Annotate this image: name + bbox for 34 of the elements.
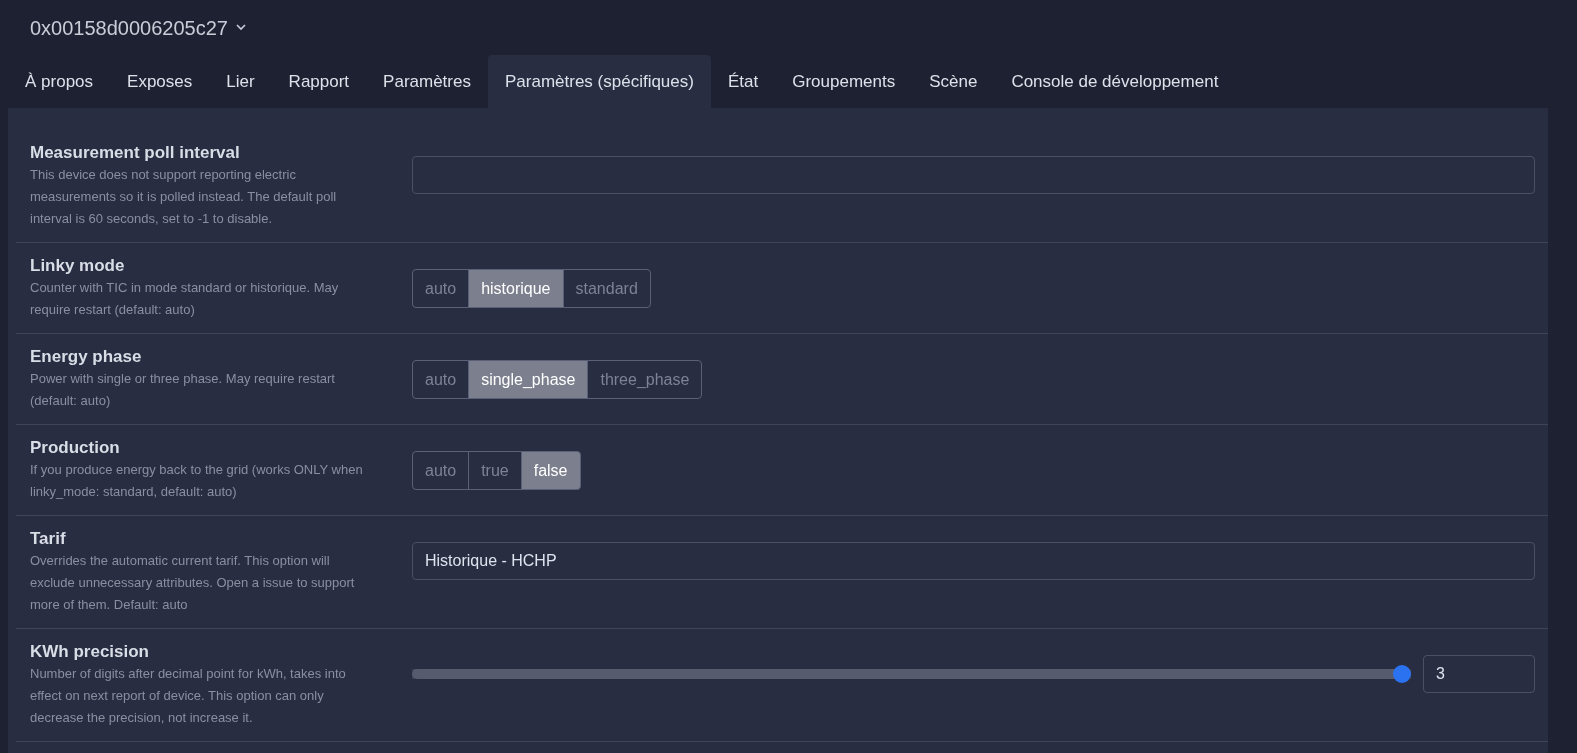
- option-button[interactable]: historique: [468, 269, 564, 308]
- tab[interactable]: Groupements: [775, 55, 913, 108]
- number-field[interactable]: 3: [1423, 655, 1535, 693]
- tab[interactable]: Lier: [209, 55, 272, 108]
- setting-title: Linky mode: [30, 255, 126, 277]
- option-button[interactable]: single_phase: [468, 360, 589, 399]
- setting-description: Number of digits after decimal point for kWh, takes into effect on next report of device. This option can only decrease the precision, not increase it.: [30, 665, 347, 727]
- tab[interactable]: Exposes: [110, 55, 210, 108]
- setting-title: Tarif: [30, 528, 67, 550]
- setting-description: Overrides the automatic current tarif. This option will exclude unnecessary attributes. Open a issue to support more of them. Default: auto: [30, 552, 356, 614]
- chevron-down-icon[interactable]: [235, 24, 246, 31]
- setting-description: Counter with TIC in mode standard or historique. May require restart (default: auto): [30, 279, 340, 319]
- setting-title: Measurement poll interval: [30, 142, 241, 164]
- option-button[interactable]: three_phase: [587, 360, 703, 399]
- tab[interactable]: Rapport: [271, 55, 367, 108]
- option-button[interactable]: auto: [412, 451, 470, 490]
- tab[interactable]: Paramètres (spécifiques): [487, 55, 711, 108]
- setting-title: Production: [30, 437, 121, 459]
- setting-description: Power with single or three phase. May require restart (default: auto): [30, 370, 336, 410]
- device-title[interactable]: 0x00158d0006205c27: [30, 12, 228, 43]
- tab[interactable]: État: [710, 55, 776, 108]
- tab[interactable]: Scène: [912, 55, 995, 108]
- text-field[interactable]: [412, 156, 1535, 194]
- tab[interactable]: À propos: [8, 55, 111, 108]
- option-button[interactable]: standard: [562, 269, 651, 308]
- tab[interactable]: Console de développement: [994, 55, 1236, 108]
- setting-description: If you produce energy back to the grid (works ONLY when linky_mode: standard, default: auto): [30, 461, 364, 501]
- setting-title: KWh precision: [30, 641, 150, 663]
- tab[interactable]: Paramètres: [366, 55, 488, 108]
- setting-title: Energy phase: [30, 346, 143, 368]
- setting-description: This device does not support reporting electric measurements so it is polled instead. The default poll interval is 60 seconds, set to -1 to disable.: [30, 166, 338, 228]
- option-button[interactable]: false: [520, 451, 581, 490]
- slider-thumb[interactable]: [1393, 665, 1411, 683]
- text-field[interactable]: Historique - HCHP: [412, 542, 1535, 580]
